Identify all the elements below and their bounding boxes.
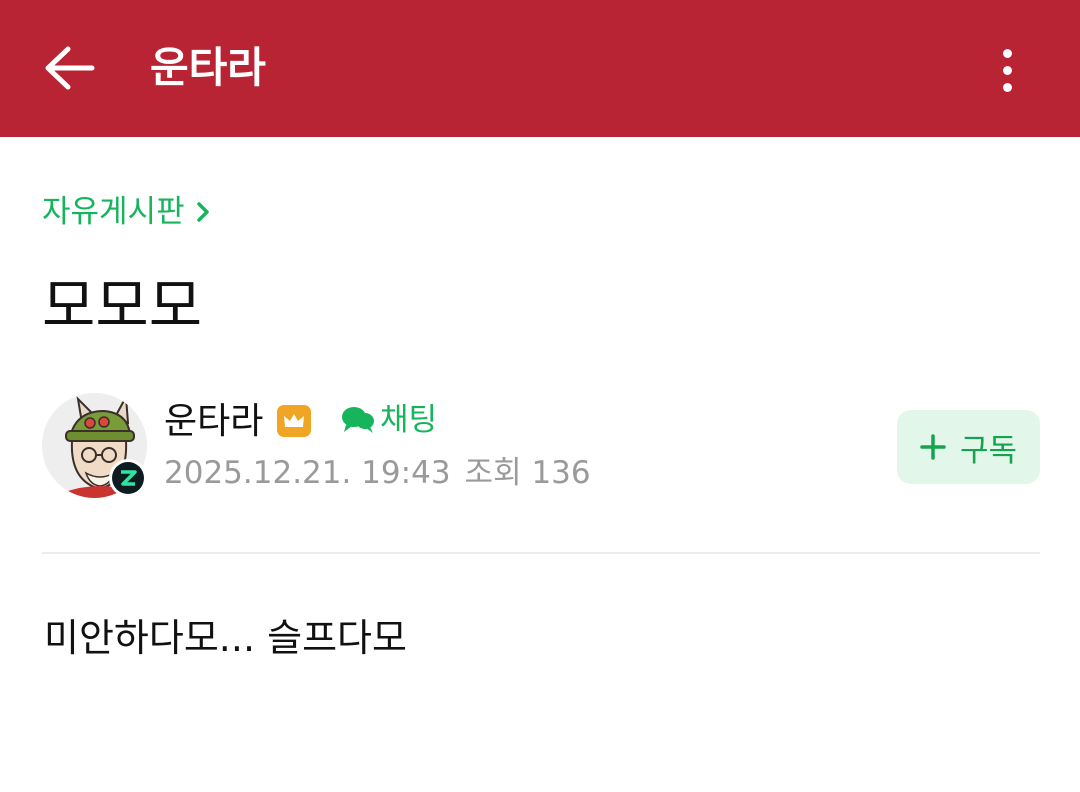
divider bbox=[42, 552, 1040, 554]
crown-icon bbox=[277, 405, 311, 437]
view-count: 조회 136 bbox=[465, 452, 591, 494]
author-name[interactable]: 운타라 bbox=[164, 398, 263, 446]
post-meta: 2025.12.21. 19:43 조회 136 bbox=[164, 452, 591, 494]
board-name: 자유게시판 bbox=[42, 194, 185, 230]
more-vertical-icon bbox=[1002, 48, 1012, 58]
back-button[interactable] bbox=[36, 34, 104, 102]
subscribe-label: 구독 bbox=[959, 432, 1018, 469]
views-label: 조회 bbox=[464, 455, 522, 491]
chat-bubble-icon bbox=[340, 405, 376, 435]
app-bar-title: 운타라 bbox=[150, 43, 266, 92]
post-body: 미안하다모... 슬프다모 bbox=[44, 616, 407, 660]
board-link[interactable]: 자유게시판 bbox=[42, 190, 211, 234]
arrow-left-icon bbox=[45, 46, 95, 90]
post-title: 모모모 bbox=[42, 272, 203, 340]
more-dot bbox=[1002, 65, 1012, 75]
level-z-icon bbox=[112, 462, 144, 494]
app-bar: 운타라 bbox=[0, 0, 1080, 137]
views-value: 136 bbox=[531, 455, 591, 491]
post-date: 2025.12.21. 19:43 bbox=[164, 455, 451, 491]
avatar[interactable] bbox=[42, 393, 147, 498]
chat-label: 채팅 bbox=[380, 402, 438, 438]
more-dot bbox=[1002, 82, 1012, 92]
level-badge bbox=[109, 459, 147, 497]
plus-icon bbox=[920, 434, 946, 460]
chat-button[interactable]: 채팅 bbox=[340, 398, 437, 442]
subscribe-button[interactable]: 구독 bbox=[897, 410, 1040, 484]
chevron-right-icon bbox=[195, 201, 211, 223]
more-options-button[interactable] bbox=[984, 40, 1030, 100]
